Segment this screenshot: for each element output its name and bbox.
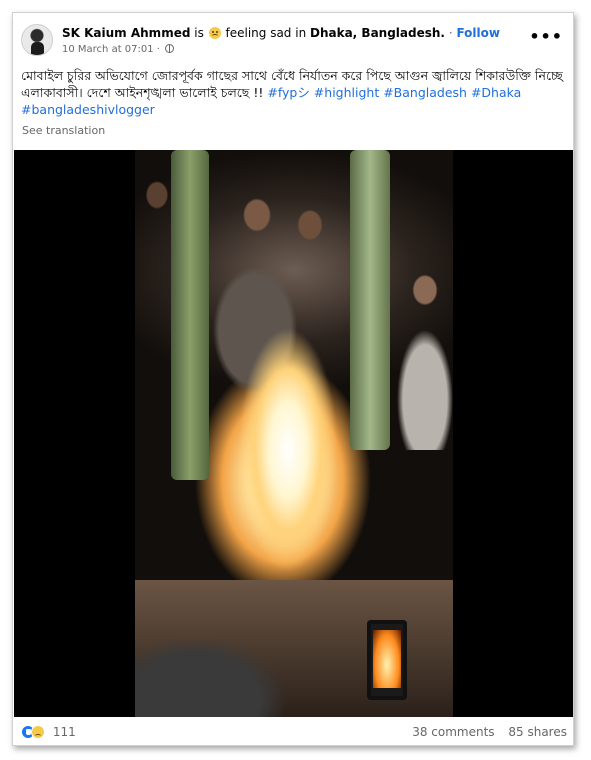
shares-link[interactable]: 85 shares bbox=[508, 725, 567, 739]
more-options-icon[interactable]: ••• bbox=[529, 27, 563, 46]
facebook-post-card: SK Kaium Ahmmed is feeling sad in Dhaka,… bbox=[12, 12, 574, 746]
post-stats: 38 comments 85 shares bbox=[402, 725, 567, 739]
reaction-count: 111 bbox=[52, 725, 76, 739]
post-header: SK Kaium Ahmmed is feeling sad in Dhaka,… bbox=[13, 13, 573, 65]
post-footer: 111 38 comments 85 shares bbox=[13, 719, 573, 745]
see-translation-link[interactable]: See translation bbox=[22, 124, 105, 137]
feeling-text: feeling sad in bbox=[225, 26, 307, 40]
follow-button[interactable]: Follow bbox=[456, 26, 500, 40]
tree-trunk-right bbox=[350, 150, 390, 450]
is-word: is bbox=[194, 26, 204, 40]
globe-icon bbox=[165, 44, 175, 53]
author-line: SK Kaium Ahmmed is feeling sad in Dhaka,… bbox=[62, 26, 500, 40]
reactions[interactable]: 111 bbox=[21, 725, 76, 739]
sad-reaction-icon bbox=[31, 725, 45, 739]
tree-trunk-left bbox=[171, 150, 209, 480]
location-link[interactable]: Dhaka, Bangladesh. bbox=[310, 26, 445, 40]
sad-emoji-icon bbox=[208, 27, 221, 39]
post-timestamp[interactable]: 10 March at 07:01 · bbox=[62, 44, 160, 55]
comments-link[interactable]: 38 comments bbox=[412, 725, 494, 739]
fire-flame bbox=[233, 320, 343, 590]
separator-dot: · bbox=[448, 26, 453, 40]
post-meta: 10 March at 07:01 · bbox=[62, 44, 175, 55]
post-body: মোবাইল চুরির অভিযোগে জোরপূর্বক গাছের সাথ… bbox=[21, 67, 566, 118]
video-player[interactable] bbox=[14, 150, 573, 717]
phone-screen bbox=[367, 620, 407, 700]
video-frame-image bbox=[135, 150, 453, 717]
avatar[interactable] bbox=[21, 24, 53, 56]
author-name[interactable]: SK Kaium Ahmmed bbox=[62, 26, 190, 40]
